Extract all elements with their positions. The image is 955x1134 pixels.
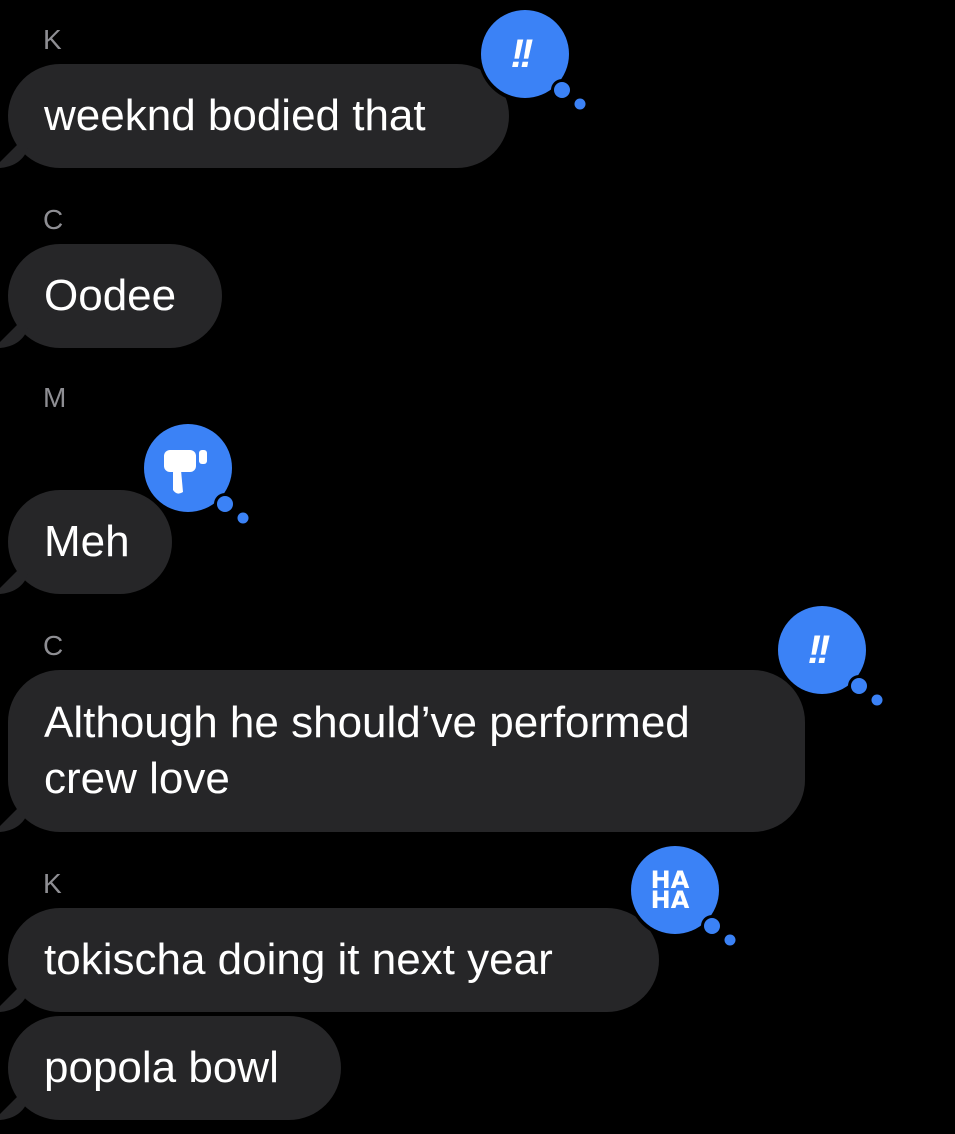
message-bubble[interactable]: tokischa doing it next year bbox=[0, 908, 659, 1012]
tapback-glyph: !! bbox=[807, 627, 831, 672]
sender-name: M bbox=[43, 382, 67, 413]
sender-name: K bbox=[43, 868, 62, 899]
tapback-glyph: HA HA bbox=[626, 846, 714, 934]
message-text-line: Although he should’ve performed bbox=[44, 698, 690, 747]
message-text: Meh bbox=[44, 517, 130, 566]
message-text: Oodee bbox=[44, 271, 177, 320]
message-text: popola bowl bbox=[44, 1043, 279, 1092]
bubble-tail bbox=[0, 978, 28, 1012]
message-bubble[interactable]: popola bowl bbox=[0, 1016, 341, 1120]
message-bubble[interactable]: Oodee bbox=[0, 244, 222, 348]
bubble-tail bbox=[0, 798, 28, 832]
message-text: tokischa doing it next year bbox=[44, 935, 553, 984]
haha-line: HA bbox=[650, 886, 690, 914]
sender-name: C bbox=[43, 204, 64, 235]
exclamation-icon[interactable]: !! bbox=[773, 604, 884, 707]
sender-name: C bbox=[43, 630, 64, 661]
bubble-tail bbox=[0, 1086, 28, 1120]
tapback-glyph: !! bbox=[510, 31, 534, 76]
message-text-line: crew love bbox=[44, 754, 230, 803]
sender-name: K bbox=[43, 24, 62, 55]
message-bubble[interactable]: Although he should’ve performed crew lov… bbox=[0, 670, 805, 832]
bubble-tail bbox=[0, 134, 28, 168]
message-text: weeknd bodied that bbox=[44, 91, 426, 140]
message-bubble[interactable]: weeknd bodied that bbox=[0, 64, 509, 168]
bubble-tail bbox=[0, 560, 28, 594]
haha-icon[interactable]: HA HA bbox=[626, 844, 737, 947]
bubble-tail bbox=[0, 314, 28, 348]
thumbs-down-icon[interactable] bbox=[139, 422, 250, 525]
exclamation-icon[interactable]: !! bbox=[476, 8, 587, 111]
